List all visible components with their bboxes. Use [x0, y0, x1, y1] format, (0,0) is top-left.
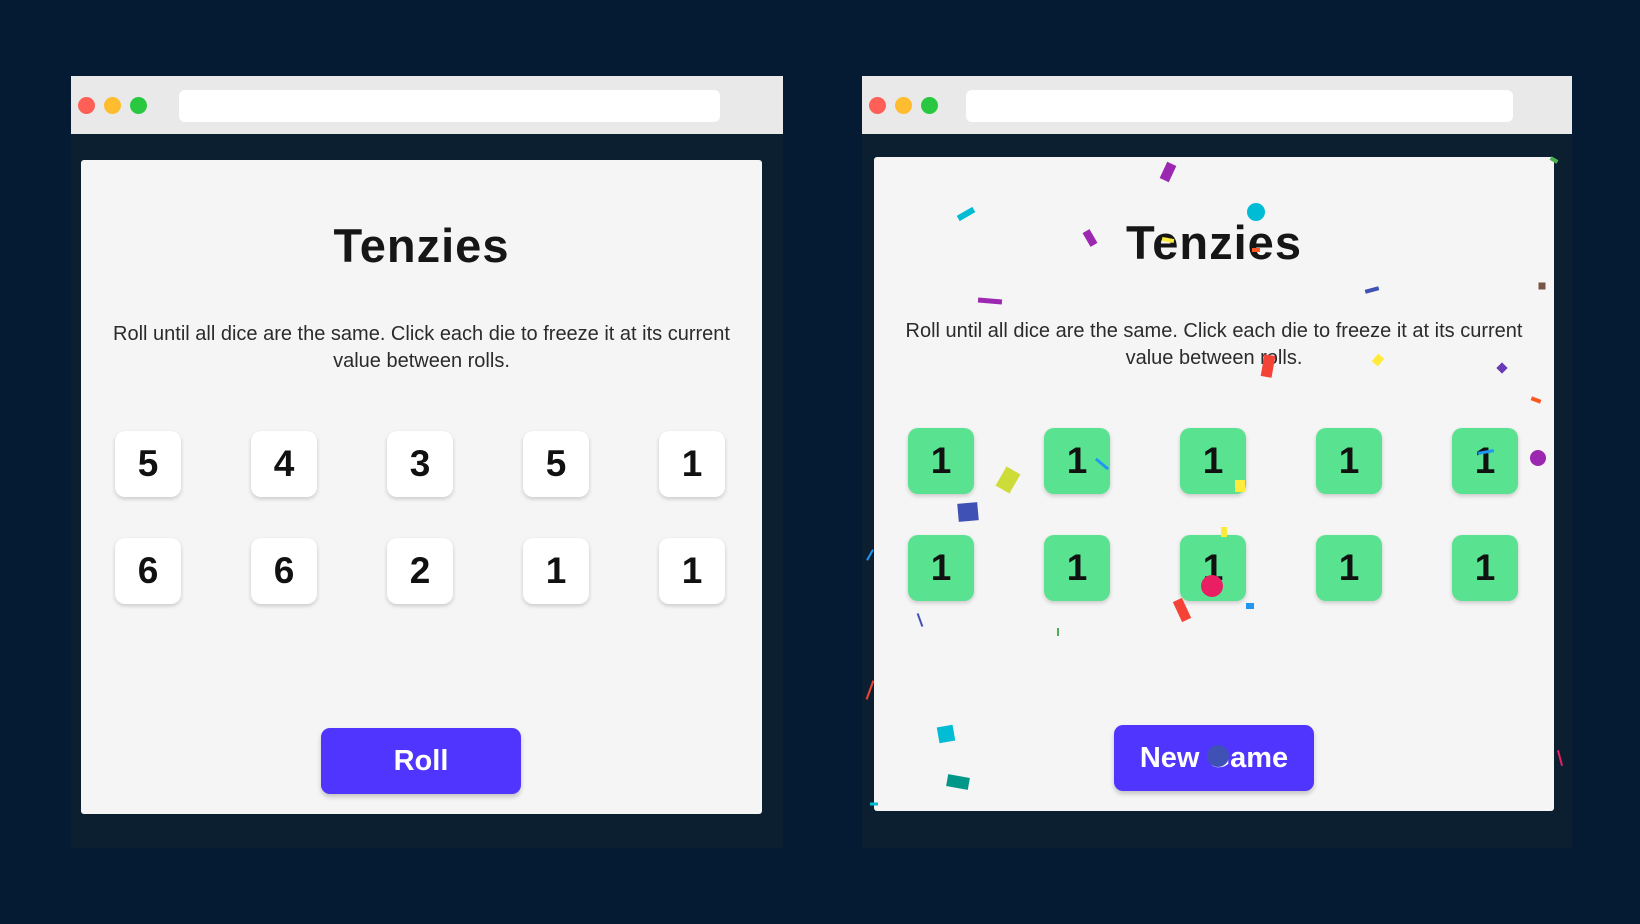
instructions-text: Roll until all dice are the same. Click …	[113, 323, 730, 372]
held-die[interactable]: 1	[1452, 428, 1518, 494]
die[interactable]: 6	[115, 538, 181, 604]
tenzies-card: Tenzies Roll until all dice are the same…	[874, 157, 1554, 811]
die[interactable]: 4	[251, 431, 317, 497]
maximize-window-icon[interactable]	[130, 97, 147, 114]
die[interactable]: 1	[523, 538, 589, 604]
die[interactable]: 6	[251, 538, 317, 604]
close-window-icon[interactable]	[78, 97, 95, 114]
die[interactable]: 5	[115, 431, 181, 497]
held-die[interactable]: 1	[1044, 428, 1110, 494]
held-die[interactable]: 1	[1316, 535, 1382, 601]
die[interactable]: 1	[659, 431, 725, 497]
held-die[interactable]: 1	[1180, 535, 1246, 601]
browser-titlebar	[862, 76, 1572, 134]
roll-button[interactable]: Roll	[321, 728, 521, 794]
held-die[interactable]: 1	[908, 535, 974, 601]
maximize-window-icon[interactable]	[921, 97, 938, 114]
die[interactable]: 2	[387, 538, 453, 604]
browser-window-left: Tenzies Roll until all dice are the same…	[71, 76, 783, 848]
page-title: Tenzies	[333, 219, 510, 272]
dice-grid: 1 1 1 1 1 1 1 1 1 1	[908, 428, 1520, 601]
close-window-icon[interactable]	[869, 97, 886, 114]
instructions-text: Roll until all dice are the same. Click …	[905, 320, 1523, 369]
held-die[interactable]: 1	[1044, 535, 1110, 601]
held-die[interactable]: 1	[908, 428, 974, 494]
die[interactable]: 1	[659, 538, 725, 604]
die[interactable]: 3	[387, 431, 453, 497]
held-die[interactable]: 1	[1316, 428, 1382, 494]
held-die[interactable]: 1	[1452, 535, 1518, 601]
minimize-window-icon[interactable]	[104, 97, 121, 114]
die[interactable]: 5	[523, 431, 589, 497]
browser-window-right: Tenzies Roll until all dice are the same…	[862, 76, 1572, 848]
address-bar[interactable]	[179, 90, 720, 122]
page-title: Tenzies	[1126, 216, 1302, 269]
dice-grid: 5 4 3 5 1 6 6 2 1 1	[115, 431, 727, 604]
tenzies-card: Tenzies Roll until all dice are the same…	[81, 160, 762, 814]
address-bar[interactable]	[966, 90, 1513, 122]
held-die[interactable]: 1	[1180, 428, 1246, 494]
browser-titlebar	[71, 76, 783, 134]
new-game-button[interactable]: New Game	[1114, 725, 1314, 791]
minimize-window-icon[interactable]	[895, 97, 912, 114]
